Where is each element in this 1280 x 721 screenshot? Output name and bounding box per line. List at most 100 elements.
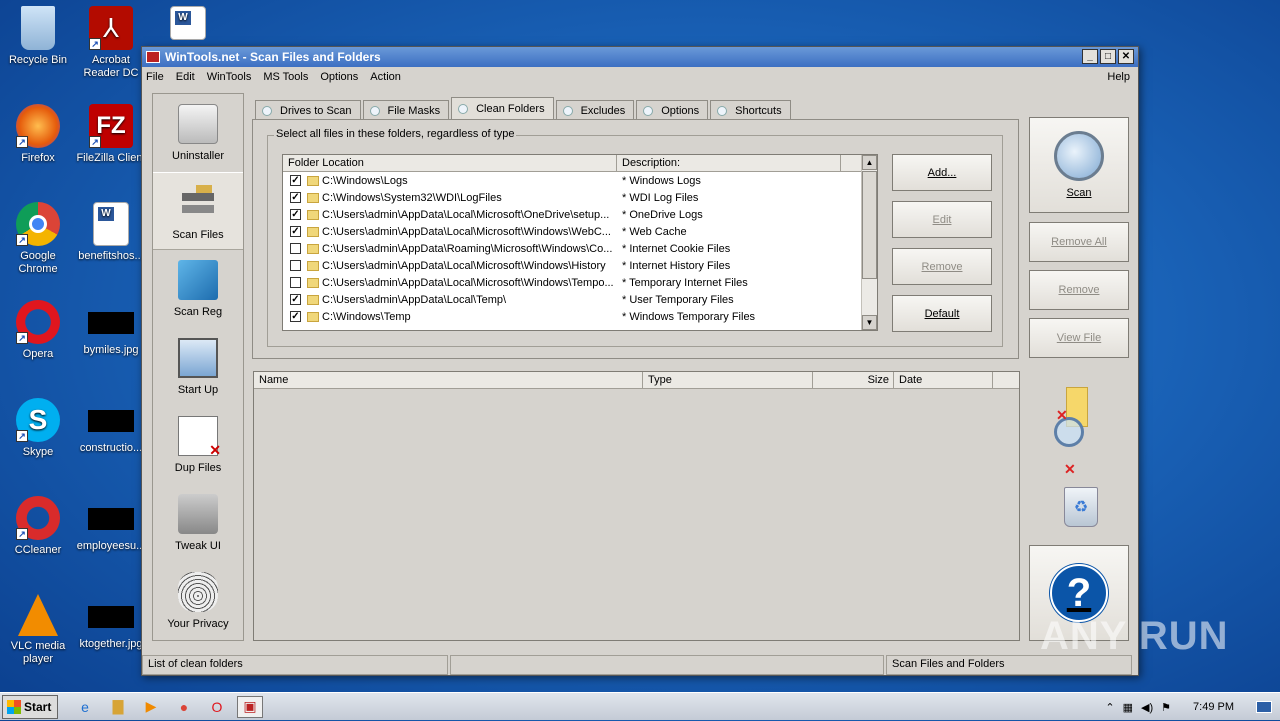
remove-all-button[interactable]: Remove All [1029,222,1129,262]
tray-clock[interactable]: 7:49 PM [1193,701,1234,713]
tray-network-icon[interactable]: ▦ [1123,701,1133,714]
scan-results-list[interactable]: Name Type Size Date [253,371,1020,641]
checked-checkbox[interactable]: ✓ [290,209,301,220]
folder-list-row[interactable]: C:\Users\admin\AppData\Local\Microsoft\W… [283,274,877,291]
default-button[interactable]: Default [892,295,992,332]
column-size[interactable]: Size [813,372,894,388]
folder-list-row[interactable]: C:\Users\admin\AppData\Local\Microsoft\W… [283,257,877,274]
folder-list-scrollbar[interactable]: ▲ ▼ [861,155,877,330]
tab-drives-to-scan[interactable]: Drives to Scan [255,100,361,120]
sidebar-item-scan-files[interactable]: Scan Files [153,172,243,250]
tab-radio-icon [562,105,573,116]
menu-ms-tools[interactable]: MS Tools [263,71,308,83]
sidebar-item-scan-reg[interactable]: Scan Reg [153,250,243,328]
tray-flag-icon[interactable]: ⚑ [1161,701,1171,714]
scroll-down-button[interactable]: ▼ [862,315,877,330]
desktop-icon-acrobat[interactable]: ⅄ ↗ Acrobat Reader DC [73,6,149,80]
checked-checkbox[interactable]: ✓ [290,311,301,322]
chrome-icon: ↗ [16,202,60,246]
tab-file-masks[interactable]: File Masks [362,100,450,120]
checked-checkbox[interactable]: ✓ [290,192,301,203]
column-description[interactable]: Description: [617,155,841,171]
sidebar-item-uninstaller[interactable]: Uninstaller [153,94,243,172]
column-type[interactable]: Type [643,372,813,388]
results-header: Name Type Size Date [254,372,1019,389]
folder-list-row[interactable]: ✓ C:\Users\admin\AppData\Local\Microsoft\… [283,223,877,240]
app-icon [146,51,160,63]
acrobat-icon: ⅄ ↗ [89,6,133,50]
folder-list-row[interactable]: ✓ C:\Windows\Temp * Windows Temporary File… [283,308,877,325]
maximize-button[interactable]: □ [1100,49,1116,64]
sidebar-item-tweak-ui[interactable]: Tweak UI [153,484,243,562]
sidebar-item-your-privacy[interactable]: Your Privacy [153,562,243,640]
taskbar-explorer-icon[interactable]: ▇ [105,696,131,718]
tab-options[interactable]: Options [636,100,709,120]
scroll-up-button[interactable]: ▲ [862,155,877,170]
sidebar-item-start-up[interactable]: Start Up [153,328,243,406]
tab-excludes[interactable]: Excludes [555,100,635,120]
menu-action[interactable]: Action [370,71,401,83]
checked-checkbox[interactable]: ✓ [290,175,301,186]
desktop-icon-bymiles[interactable]: bymiles.jpg [73,300,149,357]
taskbar-opera-icon[interactable]: O [204,696,230,718]
close-button[interactable]: ✕ [1118,49,1134,64]
scan-button[interactable]: Scan [1029,117,1129,213]
menu-edit[interactable]: Edit [176,71,195,83]
minimize-button[interactable]: _ [1082,49,1098,64]
checked-checkbox[interactable]: ✓ [290,294,301,305]
column-folder-location[interactable]: Folder Location [283,155,617,171]
folder-path: C:\Windows\Temp [322,310,411,323]
view-file-button[interactable]: View File [1029,318,1129,358]
desktop-icon-skype[interactable]: S ↗ Skype [0,398,76,459]
taskbar-ie-icon[interactable]: e [72,696,98,718]
tray-expand-icon[interactable]: ⌃ [1105,701,1114,714]
menu-file[interactable]: File [146,71,164,83]
tab-clean-folders[interactable]: Clean Folders [451,97,554,120]
start-button[interactable]: Start [2,694,58,719]
folder-list-row[interactable]: ✓ C:\Windows\System32\WDI\LogFiles * WDI L… [283,189,877,206]
taskbar-wintools-icon[interactable]: ▣ [237,695,263,718]
folder-list-row[interactable]: C:\Users\admin\AppData\Roaming\Microsoft… [283,240,877,257]
sidebar-item-dup-files[interactable]: ✕ Dup Files [153,406,243,484]
tray-volume-icon[interactable]: ◀) [1141,701,1153,714]
title-bar[interactable]: WinTools.net - Scan Files and Folders _ … [142,47,1138,67]
edit-button[interactable]: Edit [892,201,992,238]
menu-wintools[interactable]: WinTools [207,71,252,83]
folder-list-row[interactable]: ✓ C:\Windows\Logs * Windows Logs [283,172,877,189]
desktop-icon-firefox[interactable]: ↗ Firefox [0,104,76,165]
desktop-icon-ccleaner[interactable]: ↗ CCleaner [0,496,76,557]
folder-path: C:\Windows\System32\WDI\LogFiles [322,191,502,204]
taskbar-media-player-icon[interactable]: ▶ [138,696,164,718]
unchecked-checkbox[interactable] [290,243,301,254]
desktop-icon-ktogether[interactable]: ktogether.jpg [73,594,149,651]
folder-list[interactable]: Folder Location Description: ✓ C:\Windows… [282,154,878,331]
folder-path: C:\Users\admin\AppData\Local\Temp\ [322,293,507,306]
folder-list-row[interactable]: ✓ C:\Users\admin\AppData\Local\Microsoft\… [283,206,877,223]
show-desktop-icon[interactable] [1256,701,1272,713]
desktop-icon-opera[interactable]: ↗ Opera [0,300,76,361]
remove-folder-button[interactable]: Remove [892,248,992,285]
unchecked-checkbox[interactable] [290,277,301,288]
column-date[interactable]: Date [894,372,993,388]
checked-checkbox[interactable]: ✓ [290,226,301,237]
desktop-icon-word-doc[interactable]: W [150,6,226,44]
taskbar-chrome-icon[interactable]: ● [171,696,197,718]
desktop-icon-chrome[interactable]: ↗ Google Chrome [0,202,76,276]
desktop-icon-filezilla[interactable]: FZ ↗ FileZilla Client [73,104,149,165]
desktop-icon-benefits[interactable]: W benefitshos... [73,202,149,263]
scroll-thumb[interactable] [862,171,877,279]
desktop-icon-employees[interactable]: employeesu... [73,496,149,553]
unchecked-checkbox[interactable] [290,260,301,271]
menu-help[interactable]: Help [1107,71,1130,83]
desktop-icon-recycle-bin[interactable]: Recycle Bin [0,6,76,67]
remove-button[interactable]: Remove [1029,270,1129,310]
column-name[interactable]: Name [254,372,643,388]
add-button[interactable]: Add... [892,154,992,191]
desktop-icon-construction[interactable]: constructio... [73,398,149,455]
desktop-icon-vlc[interactable]: VLC media player [0,594,76,666]
folder-list-row[interactable]: ✓ C:\Users\admin\AppData\Local\Temp\ * Use… [283,291,877,308]
menu-options[interactable]: Options [320,71,358,83]
tab-shortcuts[interactable]: Shortcuts [710,100,791,120]
folder-description: * Windows Temporary Files [622,310,756,323]
folder-icon [307,192,319,203]
